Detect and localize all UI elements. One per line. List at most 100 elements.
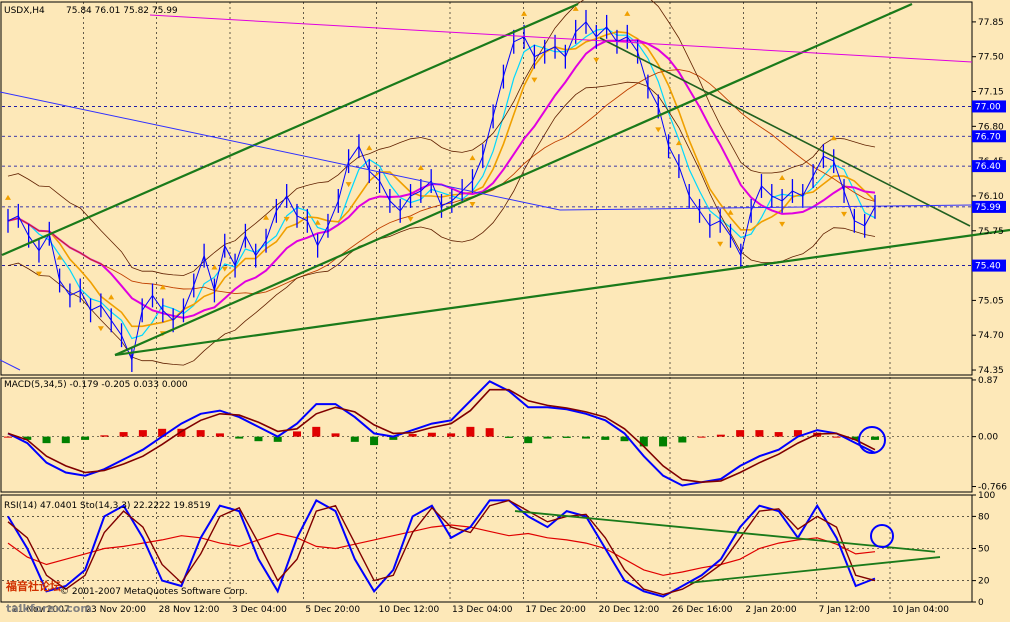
macd-hist-bar (100, 435, 109, 437)
osc-tick-label: 0 (978, 598, 984, 608)
macd-hist-bar (716, 434, 725, 437)
fractal-arrow (717, 241, 724, 247)
macd-hist-bar (504, 436, 513, 438)
macd-hist-bar (659, 436, 668, 447)
rsi-marker-circle (870, 524, 894, 548)
time-tick-label: 13 Dec 04:00 (452, 605, 513, 615)
macd-hist-bar (485, 428, 494, 437)
macd-hist-bar (697, 436, 706, 438)
fractal-arrow (593, 57, 600, 63)
price-tag-label: 76.70 (975, 132, 1001, 142)
rsi-support-line (689, 556, 941, 584)
fractal-arrow (531, 77, 538, 83)
time-tick-label: 23 Nov 20:00 (85, 605, 146, 615)
price-tag-label: 75.40 (975, 262, 1001, 272)
ma-red (7, 69, 876, 295)
fractal-arrow (521, 10, 528, 16)
macd-hist-bar (235, 436, 244, 439)
fractal-arrow (263, 214, 270, 220)
watermark-chinese: 福音社论坛 (5, 579, 61, 593)
fractal-arrow (779, 174, 786, 180)
macd-tick-label: 0.00 (978, 433, 998, 443)
macd-hist-bar (543, 436, 552, 439)
fractal-arrow (108, 294, 115, 300)
macd-hist-bar (466, 426, 475, 437)
price-tick-label: 77.85 (978, 18, 1004, 28)
price-tick-label: 77.50 (978, 53, 1004, 63)
macd-hist-bar (196, 430, 205, 437)
chart-window[interactable]: 77.8577.5077.1576.8076.4576.1075.7575.05… (0, 0, 1010, 618)
fractal-arrow (727, 209, 734, 215)
price-tick-label: 77.15 (978, 88, 1004, 98)
chart-canvas[interactable]: 77.8577.5077.1576.8076.4576.1075.7575.05… (0, 0, 1010, 618)
macd-hist-bar (331, 433, 340, 437)
blue-tail (0, 359, 21, 371)
macd-hist-bar (755, 430, 764, 437)
macd-hist-bar (293, 431, 301, 437)
macd-lines (7, 380, 876, 487)
fractal-arrow (469, 201, 476, 207)
blue-long-ma (0, 91, 561, 211)
macd-hist-bar (42, 436, 51, 444)
time-tick-label: 3 Dec 04:00 (232, 605, 287, 615)
price-tick-label: 74.70 (978, 331, 1004, 341)
magenta-line (149, 14, 973, 63)
copyright-text: © 2001-2007 MetaQuotes Software Corp. (60, 587, 248, 597)
fractal-arrow (366, 145, 373, 151)
fractal-arrow (779, 221, 786, 227)
macd-signal-line (7, 388, 876, 484)
osc-tick-label: 80 (978, 512, 990, 522)
macd-hist-bar (582, 436, 590, 439)
price-panel-header: USDX,H4 (4, 6, 45, 16)
fractal-arrow (469, 155, 476, 161)
bollinger-lower (7, 81, 876, 366)
fractal-arrow (314, 219, 321, 225)
fractal-arrow (97, 326, 104, 332)
price-tag-label: 77.00 (975, 102, 1001, 112)
macd-hist-bar (312, 426, 321, 437)
price-tick-label: 75.05 (978, 296, 1004, 306)
macd-hist-bar (639, 436, 648, 447)
macd-hist-bar (254, 436, 263, 442)
trendlines (0, 2, 1010, 584)
macd-marker-circle (858, 426, 886, 454)
macd-tick-label: 0.87 (978, 376, 998, 386)
macd-hist-bar (562, 436, 571, 438)
fractal-arrow (345, 182, 352, 188)
price-tick-label: 74.35 (978, 366, 1004, 376)
macd-hist-bar (601, 436, 610, 440)
macd-hist-bar (427, 432, 436, 437)
fractal-arrow (221, 266, 228, 272)
time-tick-label: 26 Dec 16:00 (672, 605, 733, 615)
fractal-arrow (407, 216, 414, 222)
fractal-arrow (624, 10, 631, 16)
macd-hist-bar (832, 436, 841, 438)
bollinger-upper (7, 0, 876, 276)
macd-hist-bar (61, 436, 70, 444)
time-tick-label: 17 Dec 20:00 (525, 605, 586, 615)
macd-hist-bar (774, 432, 783, 437)
time-tick-label: 20 Dec 12:00 (599, 605, 660, 615)
fractal-arrow (655, 127, 662, 133)
channel-lower-line (114, 228, 1010, 357)
macd-hist-bar (81, 436, 90, 440)
fractal-arrow (841, 211, 848, 217)
osc-tick-label: 100 (978, 491, 995, 501)
time-tick-label: 5 Dec 20:00 (305, 605, 360, 615)
channel-upper-line (1, 2, 579, 257)
price-tick-label: 75.75 (978, 227, 1004, 237)
ohlc-readout: 75.84 76.01 75.82 75.99 (66, 6, 178, 16)
time-tick-label: 10 Jan 04:00 (892, 605, 949, 615)
macd-hist-bar (138, 430, 147, 437)
macd-hist-bar (736, 430, 745, 437)
price-tick-label: 76.10 (978, 192, 1004, 202)
ema-magenta (7, 39, 876, 319)
macd-hist-bar (447, 433, 456, 437)
time-axis: 21 Nov 2007 23 Nov 20:00 28 Nov 12:00 3 Dec… (12, 605, 949, 615)
macd-hist-bar (370, 436, 379, 446)
macd-panel-header: MACD(5,34,5) -0.179 -0.205 0.033 0.000 (4, 380, 188, 390)
macd-hist-bar (524, 436, 533, 444)
macd-hist-bar (408, 434, 417, 437)
time-tick-label: 28 Nov 12:00 (159, 605, 220, 615)
macd-hist-bar (4, 436, 12, 438)
